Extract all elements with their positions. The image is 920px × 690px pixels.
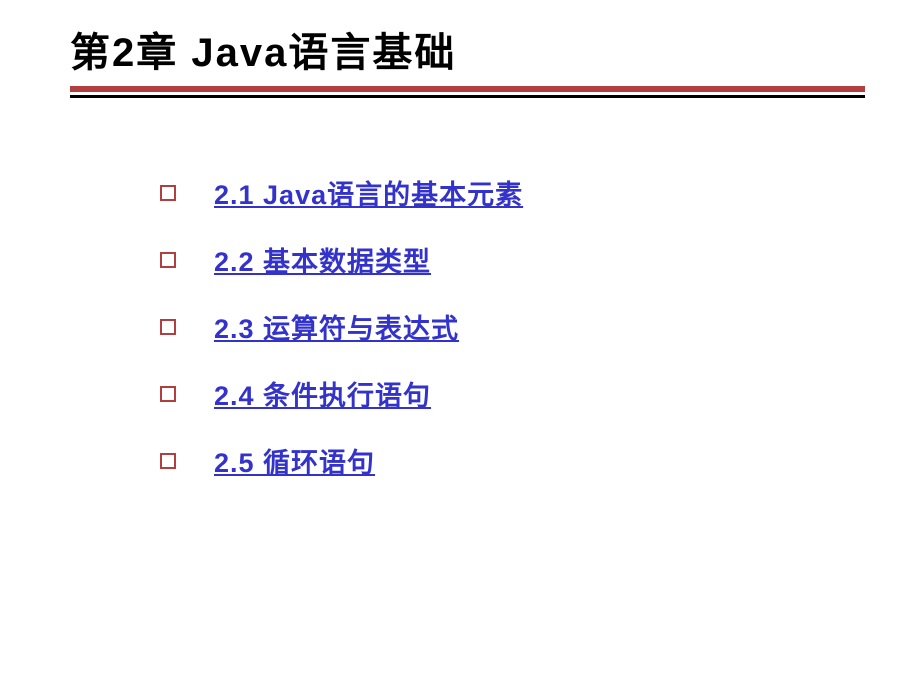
toc-link-2-2[interactable]: 2.2 基本数据类型 xyxy=(214,240,431,279)
table-of-contents: 2.1 Java语言的基本元素 2.2 基本数据类型 2.3 运算符与表达式 2… xyxy=(0,173,920,480)
black-underline xyxy=(70,95,865,98)
chapter-title: 第2章 Java语言基础 xyxy=(70,20,920,78)
toc-link-2-1[interactable]: 2.1 Java语言的基本元素 xyxy=(214,173,523,212)
square-bullet-icon xyxy=(160,319,176,335)
red-underline xyxy=(70,86,865,92)
title-area: 第2章 Java语言基础 xyxy=(0,0,920,98)
square-bullet-icon xyxy=(160,453,176,469)
toc-item: 2.2 基本数据类型 xyxy=(160,240,920,279)
toc-link-2-3[interactable]: 2.3 运算符与表达式 xyxy=(214,307,459,346)
toc-item: 2.4 条件执行语句 xyxy=(160,374,920,413)
title-underline xyxy=(70,86,920,98)
toc-link-2-5[interactable]: 2.5 循环语句 xyxy=(214,441,375,480)
toc-link-2-4[interactable]: 2.4 条件执行语句 xyxy=(214,374,431,413)
square-bullet-icon xyxy=(160,386,176,402)
toc-item: 2.5 循环语句 xyxy=(160,441,920,480)
toc-item: 2.1 Java语言的基本元素 xyxy=(160,173,920,212)
square-bullet-icon xyxy=(160,252,176,268)
toc-item: 2.3 运算符与表达式 xyxy=(160,307,920,346)
square-bullet-icon xyxy=(160,185,176,201)
